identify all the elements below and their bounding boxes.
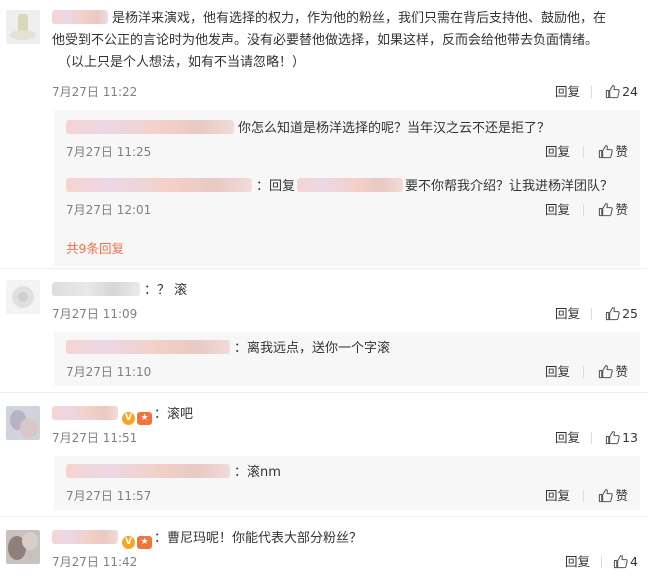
thumbs-up-icon <box>598 488 613 503</box>
reply-item: 你怎么知道是杨洋选择的呢？当年汉之云不还是拒了？ 7月27日 11:25 回复 … <box>66 118 632 159</box>
reply-time: 7月27日 11:57 <box>66 489 152 503</box>
thumbs-up-icon <box>605 84 620 99</box>
username[interactable] <box>66 178 252 192</box>
comment-time: 7月27日 11:42 <box>52 555 138 569</box>
reply-box: ：滚nm 7月27日 11:57 回复 赞 <box>54 456 640 510</box>
like-button[interactable]: 赞 <box>588 142 628 162</box>
comment-text: V ★ ：曹尼玛呢！你能代表大部分粉丝？ <box>52 528 640 550</box>
username[interactable] <box>66 120 234 134</box>
like-button[interactable]: 24 <box>590 82 638 102</box>
like-count: 24 <box>622 84 638 99</box>
comment-text: V ★ ：滚吧 <box>52 404 640 426</box>
reply-time: 7月27日 11:10 <box>66 365 152 379</box>
avatar[interactable] <box>6 530 40 564</box>
divider <box>583 366 584 378</box>
username[interactable] <box>52 10 108 24</box>
reply-box: 你怎么知道是杨洋选择的呢？当年汉之云不还是拒了？ 7月27日 11:25 回复 … <box>54 110 640 266</box>
reply-button[interactable]: 回复 <box>565 552 590 572</box>
comment-meta: 7月27日 11:09 回复 25 <box>52 304 640 324</box>
username[interactable] <box>66 340 230 354</box>
thumbs-up-icon <box>598 202 613 217</box>
like-button[interactable]: 赞 <box>588 362 628 382</box>
comment-time: 7月27日 11:51 <box>52 431 138 445</box>
reply-button[interactable]: 回复 <box>555 82 580 102</box>
reply-text: ：回复 要不你帮我介绍？让我进杨洋团队？ <box>66 176 632 198</box>
comment-text: 是杨洋来演戏，他有选择的权力，作为他的粉丝，我们只需在背后支持他、鼓励他，在 他… <box>52 10 607 70</box>
divider <box>0 268 648 269</box>
like-button[interactable]: 赞 <box>588 200 628 220</box>
vip-badge-icon: V <box>122 536 135 549</box>
reply-meta: 7月27日 12:01 回复 赞 <box>66 200 632 220</box>
comment-2: ：？ 滚 7月27日 11:09 回复 25 ：离我远点，送你一个字滚 7月27… <box>0 270 648 390</box>
reply-text: 你怎么知道是杨洋选择的呢？当年汉之云不还是拒了？ <box>66 118 632 140</box>
username[interactable] <box>52 406 118 420</box>
comment-time: 7月27日 11:22 <box>52 85 138 99</box>
divider <box>583 490 584 502</box>
thumbs-up-icon <box>613 554 628 569</box>
like-button[interactable]: 4 <box>602 552 638 572</box>
reply-button[interactable]: 回复 <box>555 428 580 448</box>
more-replies-link[interactable]: 共9条回复 <box>66 238 124 257</box>
comment-meta: 7月27日 11:22 回复 24 <box>52 82 640 102</box>
reply-meta: 7月27日 11:57 回复 赞 <box>66 486 632 506</box>
mention[interactable] <box>297 178 404 192</box>
comment-1: 是杨洋来演戏，他有选择的权力，作为他的粉丝，我们只需在背后支持他、鼓励他，在 他… <box>0 0 648 266</box>
like-count: 25 <box>622 306 638 321</box>
reply-time: 7月27日 12:01 <box>66 203 152 217</box>
reply-meta: 7月27日 11:10 回复 赞 <box>66 362 632 382</box>
like-button[interactable]: 13 <box>590 428 638 448</box>
username[interactable] <box>52 282 140 296</box>
reply-text: ：离我远点，送你一个字滚 <box>66 338 632 360</box>
reply-button[interactable]: 回复 <box>545 486 570 506</box>
avatar[interactable] <box>6 10 40 44</box>
like-button[interactable]: 25 <box>590 304 638 324</box>
reply-button[interactable]: 回复 <box>545 142 570 162</box>
reply-box: ：离我远点，送你一个字滚 7月27日 11:10 回复 赞 <box>54 332 640 386</box>
thumbs-up-icon <box>605 306 620 321</box>
like-count: 13 <box>622 430 638 445</box>
thumbs-up-icon <box>598 364 613 379</box>
reply-item: ：回复 要不你帮我介绍？让我进杨洋团队？ 7月27日 12:01 回复 赞 <box>66 176 632 217</box>
comment-meta: 7月27日 11:51 回复 13 <box>52 428 640 448</box>
like-count: 4 <box>630 554 638 569</box>
avatar[interactable] <box>6 280 40 314</box>
username[interactable] <box>52 530 118 544</box>
thumbs-up-icon <box>605 430 620 445</box>
fan-badge-icon: ★ <box>137 536 152 549</box>
thumbs-up-icon <box>598 144 613 159</box>
avatar[interactable] <box>6 406 40 440</box>
fan-badge-icon: ★ <box>137 412 152 425</box>
comment-time: 7月27日 11:09 <box>52 307 138 321</box>
username[interactable] <box>66 464 230 478</box>
divider <box>583 146 584 158</box>
reply-meta: 7月27日 11:25 回复 赞 <box>66 142 632 162</box>
divider <box>0 392 648 393</box>
comment-meta: 7月27日 11:42 回复 4 <box>52 552 640 572</box>
reply-text: ：滚nm <box>66 462 632 484</box>
comment-text: ：？ 滚 <box>52 280 640 302</box>
reply-button[interactable]: 回复 <box>555 304 580 324</box>
reply-item: ：离我远点，送你一个字滚 7月27日 11:10 回复 赞 <box>66 338 632 379</box>
divider <box>583 204 584 216</box>
comment-4: V ★ ：曹尼玛呢！你能代表大部分粉丝？ 7月27日 11:42 回复 4 <box>0 520 648 580</box>
reply-button[interactable]: 回复 <box>545 362 570 382</box>
reply-item: ：滚nm 7月27日 11:57 回复 赞 <box>66 462 632 503</box>
vip-badge-icon: V <box>122 412 135 425</box>
divider <box>0 516 648 517</box>
reply-button[interactable]: 回复 <box>545 200 570 220</box>
comment-3: V ★ ：滚吧 7月27日 11:51 回复 13 ：滚nm 7月27日 11:57… <box>0 396 648 514</box>
like-button[interactable]: 赞 <box>588 486 628 506</box>
reply-time: 7月27日 11:25 <box>66 145 152 159</box>
